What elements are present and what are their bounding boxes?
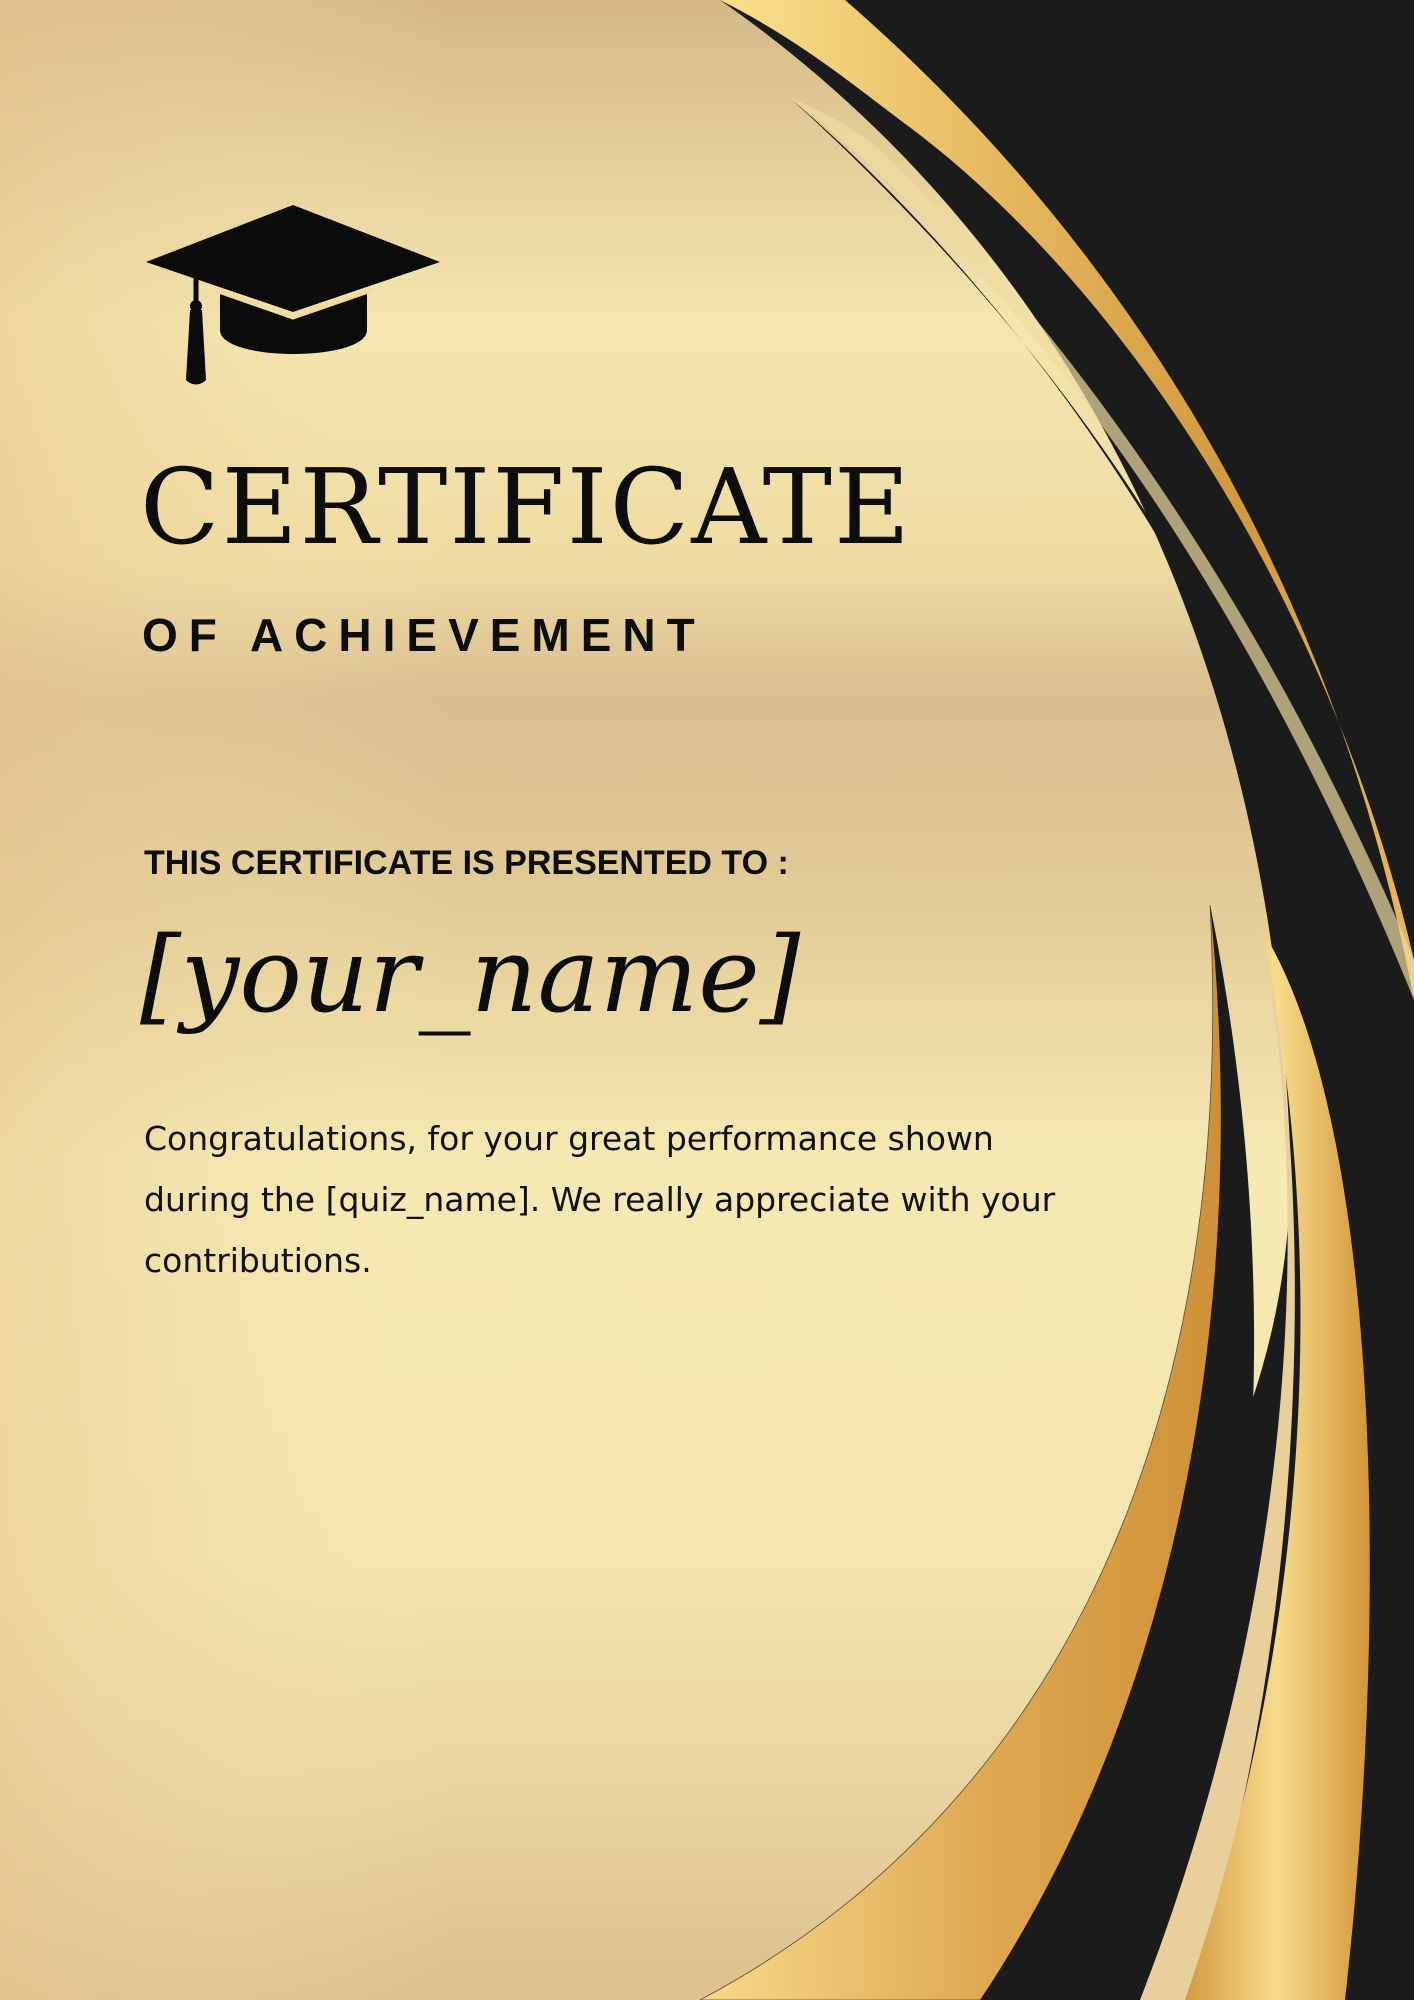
recipient-name: [your_name] <box>140 914 801 1036</box>
congratulations-message: Congratulations, for your great performa… <box>144 1119 1056 1280</box>
certificate-title: CERTIFICATE <box>140 446 912 568</box>
certificate-page: CERTIFICATE OF ACHIEVEMENT THIS CERTIFIC… <box>0 0 1414 2000</box>
presented-to-label: THIS CERTIFICATE IS PRESENTED TO : <box>144 844 789 882</box>
certificate-subtitle: OF ACHIEVEMENT <box>142 609 706 661</box>
graduation-cap-icon <box>146 205 440 385</box>
